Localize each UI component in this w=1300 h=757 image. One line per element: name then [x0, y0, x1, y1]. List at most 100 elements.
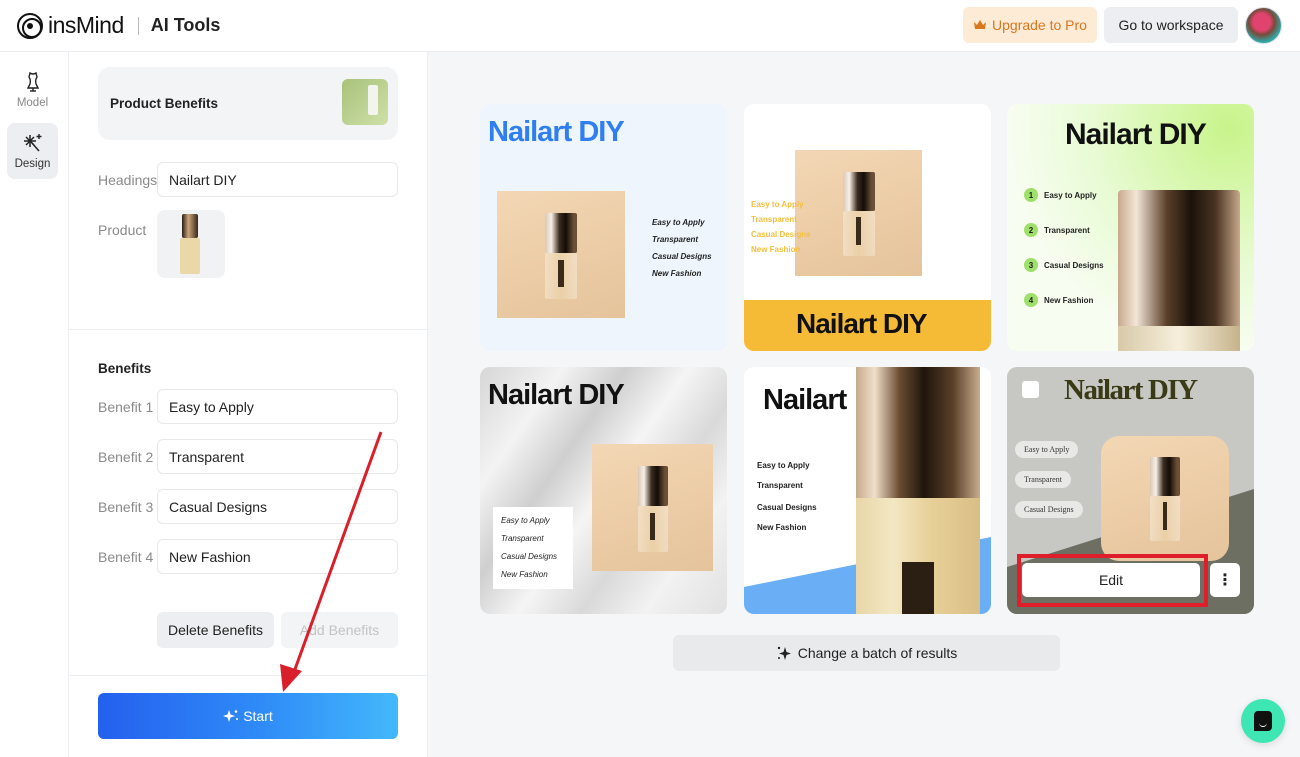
benefit-2-label: Benefit 2 — [98, 449, 154, 465]
result-card-4[interactable]: Nailart DIY Easy to Apply Transparent Ca… — [480, 367, 727, 614]
benefit-list: Easy to Apply Transparent Casual Designs… — [493, 507, 573, 589]
result-card-1[interactable]: Nailart DIY Easy to Apply Transparent Ca… — [480, 104, 727, 351]
product-photo — [592, 444, 713, 571]
card-heading: Nailart DIY — [488, 116, 625, 148]
benefit-text: Easy to Apply — [652, 218, 705, 227]
bottle-neck — [1118, 326, 1240, 351]
change-batch-label: Change a batch of results — [797, 645, 958, 661]
headings-input[interactable]: Nailart DIY — [157, 162, 398, 197]
card-heading: Nailart DIY — [488, 379, 625, 411]
sparkle-icon — [223, 710, 239, 722]
benefit-text: New Fashion — [501, 570, 548, 579]
result-card-6[interactable]: Nailart DIY Easy to Apply Transparent Ca… — [1007, 367, 1254, 614]
benefit-pills: Easy to Apply Transparent Casual Designs — [1015, 439, 1083, 529]
benefit-text: Casual Designs — [501, 552, 558, 561]
benefit-pill: Transparent — [1015, 471, 1071, 488]
top-header: insMind AI Tools Upgrade to Pro Go to wo… — [0, 0, 1300, 52]
benefit-4-label: Benefit 4 — [98, 549, 154, 565]
benefit-text: Easy to Apply — [757, 461, 810, 470]
benefit-list: Easy to Apply Transparent Casual Designs… — [652, 218, 712, 286]
product-photo — [497, 191, 625, 318]
number-badge: 4 — [1024, 293, 1038, 307]
product-photo — [1101, 436, 1229, 561]
card-heading: Nailart DIY — [1064, 374, 1198, 406]
user-avatar[interactable] — [1245, 7, 1282, 44]
result-card-2[interactable]: Easy to Apply Transparent Casual Designs… — [744, 104, 991, 351]
template-card[interactable]: Product Benefits — [98, 67, 398, 140]
upgrade-label: Upgrade to Pro — [992, 17, 1087, 33]
benefit-1-label: Benefit 1 — [98, 399, 154, 415]
benefit-text: Easy to Apply — [1044, 190, 1097, 200]
benefit-list: Easy to Apply Transparent Casual Designs… — [751, 200, 811, 260]
benefit-text: Casual Designs — [757, 503, 817, 512]
benefits-title: Benefits — [98, 361, 152, 376]
rail-label-model: Model — [16, 97, 49, 109]
benefit-text: Casual Designs — [1044, 260, 1104, 270]
section-title: AI Tools — [150, 15, 221, 35]
benefit-text: Transparent — [751, 215, 797, 224]
select-checkbox[interactable] — [1022, 381, 1039, 398]
design-form-panel: Product Benefits Headings Nailart DIY Pr… — [69, 52, 428, 757]
delete-benefits-button[interactable]: Delete Benefits — [157, 612, 274, 648]
sparkle-wand-icon — [23, 134, 41, 152]
headings-label: Headings — [98, 172, 158, 188]
brand-name: insMind — [48, 12, 124, 38]
benefit-text: New Fashion — [751, 245, 801, 254]
benefit-4-input[interactable]: New Fashion — [157, 539, 398, 574]
tool-rail: Model Design — [0, 52, 69, 757]
chat-support-button[interactable] — [1241, 699, 1285, 743]
card-heading: Nailart — [763, 384, 847, 416]
benefit-pill: Casual Designs — [1015, 501, 1083, 518]
template-thumbnail — [342, 79, 388, 125]
benefit-text: Transparent — [1044, 225, 1090, 235]
benefit-text: Casual Designs — [751, 230, 811, 239]
rail-label-design: Design — [14, 158, 51, 170]
chat-icon — [1254, 711, 1272, 731]
number-badge: 2 — [1024, 223, 1038, 237]
number-badge: 1 — [1024, 188, 1038, 202]
benefit-text: Transparent — [652, 235, 699, 244]
benefit-list: Easy to Apply Transparent Casual Designs… — [757, 461, 817, 543]
upgrade-to-pro-button[interactable]: Upgrade to Pro — [963, 7, 1097, 43]
rail-item-design[interactable]: Design — [7, 123, 58, 179]
logo-divider — [137, 16, 139, 35]
benefit-text: Transparent — [501, 534, 544, 543]
footer-divider — [69, 675, 428, 676]
benefit-2-input[interactable]: Transparent — [157, 439, 398, 474]
change-batch-button[interactable]: Change a batch of results — [673, 635, 1060, 671]
benefit-text: Easy to Apply — [501, 516, 550, 525]
card-heading: Nailart DIY — [1065, 118, 1207, 151]
result-card-5[interactable]: Nailart Easy to Apply Transparent Casual… — [744, 367, 991, 614]
add-benefits-button[interactable]: Add Benefits — [281, 612, 398, 648]
start-button[interactable]: Start — [98, 693, 398, 739]
nail-polish-bottle-image — [180, 214, 200, 274]
benefit-pill: Easy to Apply — [1015, 441, 1079, 458]
rail-item-model[interactable]: Model — [7, 62, 58, 118]
benefit-text: New Fashion — [1044, 295, 1094, 305]
product-label: Product — [98, 222, 147, 238]
card-heading: Nailart DIY — [796, 308, 928, 339]
insmind-logo-icon — [17, 12, 43, 39]
benefit-3-label: Benefit 3 — [98, 499, 154, 515]
benefit-text: Transparent — [757, 481, 803, 490]
crown-icon — [974, 20, 987, 29]
product-photo — [795, 150, 922, 276]
edit-button[interactable]: Edit — [1022, 563, 1200, 597]
result-card-3[interactable]: Nailart DIY 1 Easy to Apply 2 Transparent … — [1007, 104, 1254, 351]
numbered-benefit-list: 1 Easy to Apply 2 Transparent 3 Casual Desi… — [1024, 188, 1104, 328]
mannequin-icon — [26, 71, 39, 92]
section-divider — [69, 329, 428, 330]
brand-logo[interactable]: insMind AI Tools — [17, 12, 220, 39]
more-options-button[interactable]: ⋮ — [1210, 563, 1240, 597]
benefit-3-input[interactable]: Casual Designs — [157, 489, 398, 524]
benefit-text: New Fashion — [652, 269, 702, 278]
template-title: Product Benefits — [110, 96, 219, 111]
benefit-1-input[interactable]: Easy to Apply — [157, 389, 398, 424]
product-image[interactable] — [157, 210, 225, 278]
results-area: Nailart DIY Easy to Apply Transparent Ca… — [428, 52, 1300, 757]
number-badge: 3 — [1024, 258, 1038, 272]
benefit-text: New Fashion — [757, 523, 807, 532]
go-to-workspace-button[interactable]: Go to workspace — [1104, 7, 1238, 43]
benefit-text: Casual Designs — [652, 252, 712, 261]
sparkle-icon — [777, 646, 791, 660]
